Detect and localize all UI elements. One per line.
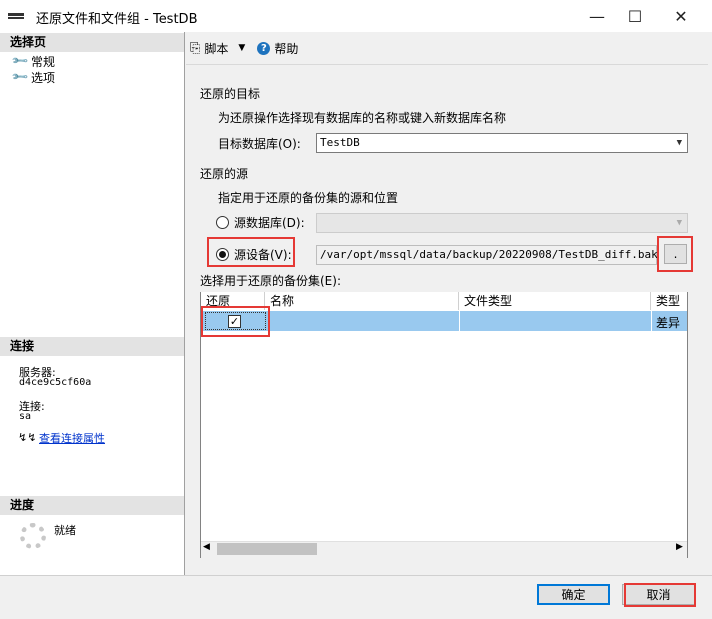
backup-sets-label: 选择用于还原的备份集(E): (200, 274, 341, 288)
table-row[interactable] (201, 311, 687, 331)
source-db-radio[interactable]: 源数据库(D): (216, 214, 305, 231)
connection-value: sa (19, 411, 32, 422)
checkbox-highlight (201, 306, 270, 337)
col-header-file-type[interactable]: 文件类型 (459, 292, 651, 310)
left-panel (0, 32, 185, 575)
page-item-label: 常规 (31, 55, 56, 69)
restore-source-section-label: 还原的源 (200, 167, 249, 181)
scroll-right-icon[interactable]: ▶ (676, 542, 683, 552)
connection-header: 连接 (0, 337, 184, 356)
backup-sets-grid (200, 292, 688, 558)
radio-off-icon (216, 216, 229, 229)
app-icon (8, 13, 24, 19)
restore-target-section-label: 还原的目标 (200, 87, 261, 101)
radio-on-icon (216, 248, 229, 261)
help-icon: ? (257, 41, 271, 55)
target-db-value: TestDB (320, 136, 360, 149)
window-title: 还原文件和文件组 - TestDB (36, 12, 198, 27)
target-db-combo[interactable]: TestDB ▼ (316, 133, 688, 153)
script-button[interactable]: ⎘ 脚本 (190, 40, 228, 57)
source-device-path: /var/opt/mssql/data/backup/20220908/Test… (316, 245, 658, 265)
help-label: 帮助 (274, 41, 299, 56)
row-type: 差异 (656, 316, 681, 330)
source-db-combo[interactable]: ▼ (316, 213, 688, 233)
view-connection-properties-link[interactable]: 查看连接属性 (39, 430, 105, 446)
progress-spinner-icon (20, 523, 46, 549)
cell-divider (651, 311, 652, 331)
cancel-highlight (624, 583, 696, 607)
source-device-radio[interactable]: 源设备(V): (216, 246, 292, 263)
toolbar-separator (186, 64, 708, 65)
cell-divider (459, 311, 460, 331)
progress-header: 进度 (0, 496, 184, 515)
script-dropdown-icon[interactable]: ▼ (238, 43, 245, 53)
page-item-options[interactable]: 🔧 选项 (10, 67, 56, 86)
toolbar: ⎘ 脚本 ▼ ? 帮助 (190, 36, 298, 60)
ok-button[interactable]: 确定 (537, 584, 610, 605)
browse-button[interactable]: . (664, 244, 687, 264)
scroll-left-icon[interactable]: ◀ (203, 542, 210, 552)
connection-props-icon: ↯↯ (18, 431, 37, 444)
maximize-button[interactable]: ☐ (612, 0, 658, 32)
scrollbar-thumb[interactable] (217, 543, 317, 555)
select-page-header: 选择页 (0, 33, 184, 52)
source-db-label: 源数据库(D): (234, 216, 305, 230)
col-header-name[interactable]: 名称 (265, 292, 459, 310)
server-value: d4ce9c5cf60a (19, 377, 92, 388)
page-item-label: 选项 (31, 71, 56, 85)
source-device-label: 源设备(V): (234, 248, 292, 262)
chevron-down-icon: ▼ (676, 138, 682, 148)
chevron-down-icon: ▼ (676, 218, 682, 228)
col-header-type[interactable]: 类型 (651, 292, 687, 310)
restore-source-instruction: 指定用于还原的备份集的源和位置 (218, 191, 399, 205)
close-button[interactable]: ✕ (658, 0, 704, 32)
script-label: 脚本 (204, 41, 229, 56)
restore-target-instruction: 为还原操作选择现有数据库的名称或键入新数据库名称 (218, 111, 507, 125)
progress-status: 就绪 (54, 524, 76, 537)
wrench-icon: 🔧 (10, 67, 30, 86)
script-icon: ⎘ (190, 40, 201, 56)
target-db-label: 目标数据库(O): (218, 137, 301, 151)
help-button[interactable]: ? 帮助 (257, 40, 298, 57)
